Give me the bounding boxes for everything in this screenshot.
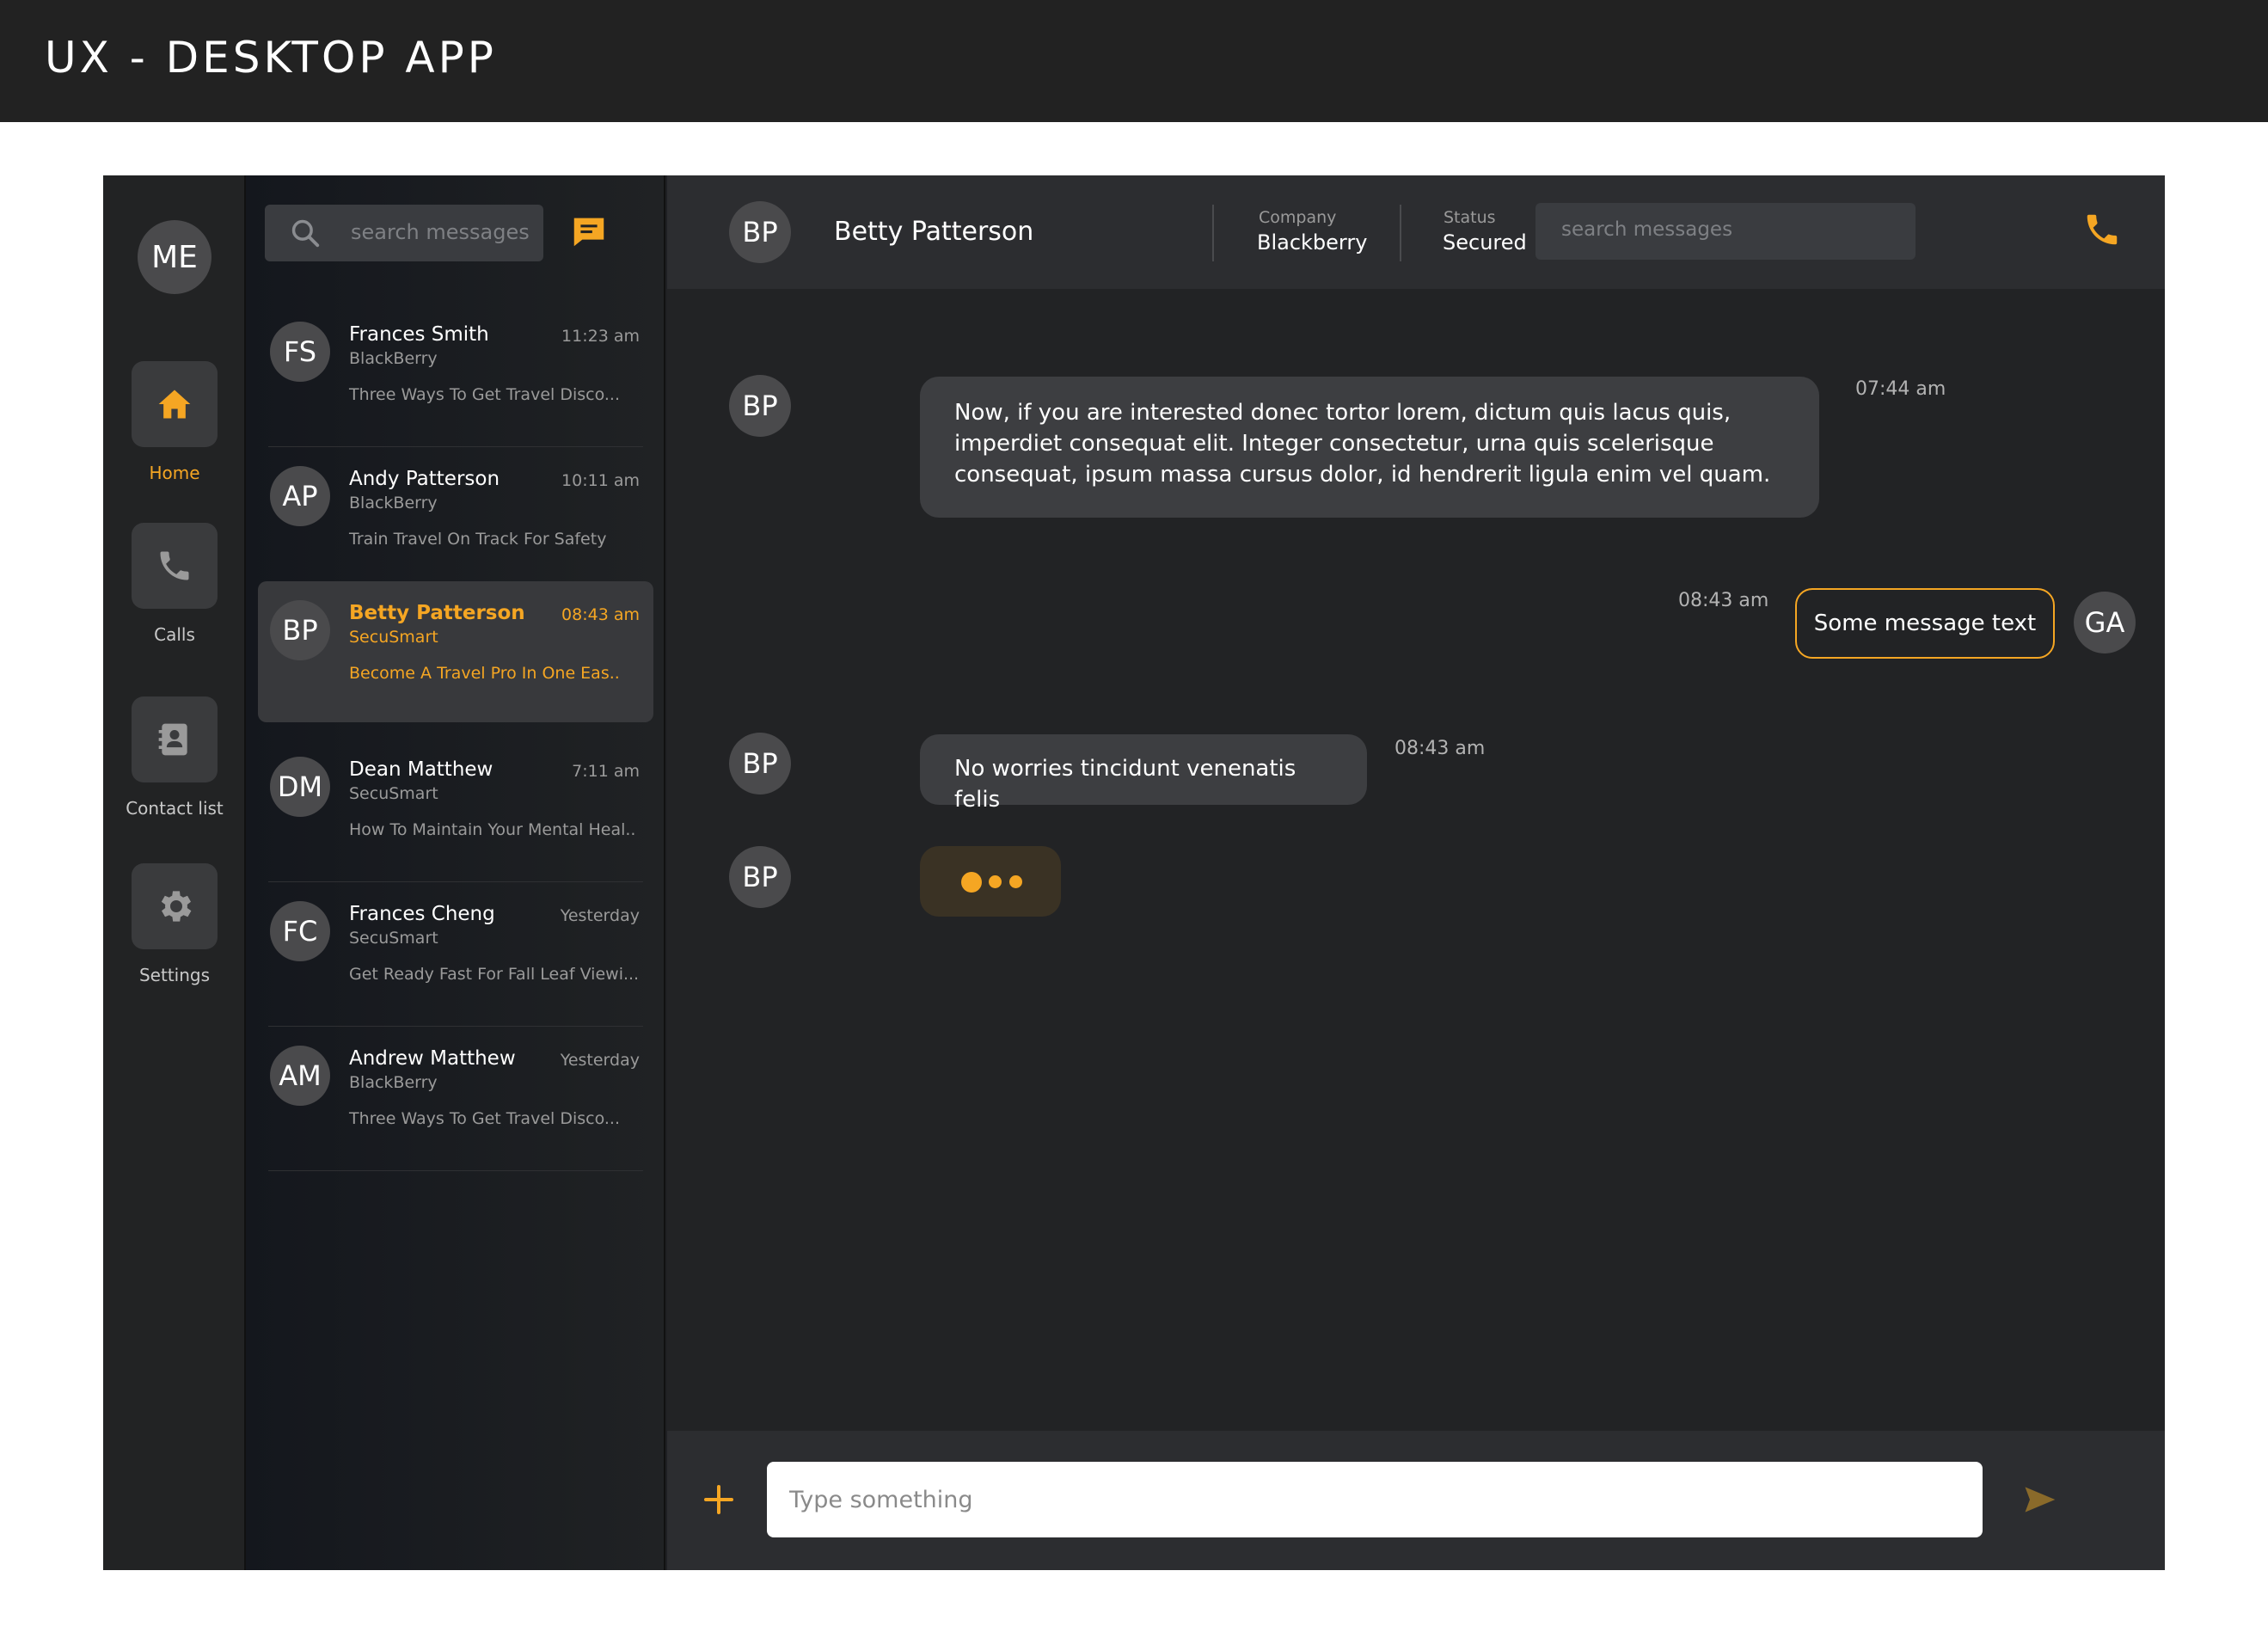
conversation-time: Yesterday [560, 1051, 640, 1070]
company-value: Blackberry [1257, 230, 1368, 255]
company-label: Company [1259, 208, 1337, 227]
message-avatar: BP [729, 846, 791, 908]
plus-icon [704, 1485, 733, 1514]
chat-search-input[interactable]: search messages [1535, 203, 1916, 260]
conversation-time: Yesterday [560, 906, 640, 925]
message-avatar: BP [729, 375, 791, 437]
attach-button[interactable] [702, 1482, 736, 1520]
contact-name: Betty Patterson [834, 217, 1034, 247]
calls-button[interactable] [132, 523, 218, 609]
conversation-time: 7:11 am [572, 762, 640, 781]
typing-dot [961, 872, 982, 893]
conversation-avatar: AP [270, 466, 330, 526]
divider [268, 1170, 643, 1171]
conversation-item[interactable]: DM Dean Matthew SecuSmart How To Maintai… [258, 738, 653, 882]
message-input[interactable] [767, 1462, 1983, 1537]
conversation-avatar: DM [270, 757, 330, 817]
nav-label-home: Home [149, 463, 200, 483]
call-button[interactable] [2082, 210, 2122, 253]
nav-item-home[interactable]: Home [103, 361, 246, 483]
message-time: 08:43 am [1678, 590, 1769, 611]
nav-label-calls: Calls [154, 624, 195, 645]
chat-panel: BP Betty Patterson Company Blackberry St… [667, 175, 2165, 1570]
conversation-name: Andy Patterson [349, 468, 500, 490]
conversation-name: Frances Smith [349, 323, 489, 346]
conversation-preview: Three Ways To Get Travel Disco... [349, 1109, 620, 1128]
page-title: UX - DESKTOP APP [45, 33, 497, 83]
nav-label-settings: Settings [138, 965, 211, 985]
conversation-company: BlackBerry [349, 1073, 438, 1092]
message-composer [667, 1431, 2165, 1570]
nav-label-contact-list: Contact list [126, 798, 224, 819]
conversation-preview: Get Ready Fast For Fall Leaf Viewi... [349, 965, 640, 984]
home-icon [158, 390, 191, 419]
conversation-item[interactable]: AP Andy Patterson BlackBerry Train Trave… [258, 447, 653, 588]
conversation-name: Dean Matthew [349, 758, 493, 781]
gear-icon [161, 891, 192, 922]
typing-indicator [920, 846, 1061, 917]
conversation-company: BlackBerry [349, 349, 438, 368]
home-button[interactable] [132, 361, 218, 447]
nav-rail: ME Home Calls Contact list Settings [103, 175, 246, 1570]
conversation-list-panel: search messages FS Frances Smith BlackBe… [246, 175, 665, 1570]
conversation-item[interactable]: FC Frances Cheng SecuSmart Get Ready Fas… [258, 882, 653, 1027]
send-icon [2025, 1487, 2056, 1512]
typing-dot [989, 875, 1002, 888]
conversation-preview: Three Ways To Get Travel Disco... [349, 385, 620, 404]
chat-search-placeholder: search messages [1561, 218, 1733, 241]
conversation-avatar: FS [270, 322, 330, 382]
conversation-item[interactable]: AM Andrew Matthew BlackBerry Three Ways … [258, 1027, 653, 1171]
outgoing-message: Some message text [1795, 588, 2055, 659]
message-avatar: BP [729, 733, 791, 795]
search-icon [291, 219, 320, 248]
contact-avatar[interactable]: BP [729, 201, 791, 263]
conversation-avatar: FC [270, 901, 330, 961]
conversation-preview: Become A Travel Pro In One Eas.. [349, 664, 620, 683]
chat-header: BP Betty Patterson Company Blackberry St… [667, 175, 2165, 289]
status-value: Secured [1443, 230, 1527, 255]
my-avatar[interactable]: ME [138, 220, 211, 294]
new-message-button[interactable] [569, 212, 609, 255]
contact-book-icon [158, 723, 187, 756]
message-time: 08:43 am [1395, 738, 1486, 759]
incoming-message: No worries tincidunt venenatis felis [920, 734, 1367, 813]
nav-item-settings[interactable]: Settings [103, 863, 246, 985]
conversation-company: BlackBerry [349, 494, 438, 512]
nav-item-calls[interactable]: Calls [103, 523, 246, 645]
nav-item-contact-list[interactable]: Contact list [103, 696, 246, 819]
message-avatar: GA [2074, 592, 2136, 653]
conversation-time: 10:11 am [561, 471, 640, 490]
settings-button[interactable] [132, 863, 218, 949]
conversation-item-active[interactable]: BP Betty Patterson SecuSmart Become A Tr… [258, 581, 653, 722]
phone-icon [160, 551, 189, 580]
message-time: 07:44 am [1855, 378, 1946, 400]
list-search-placeholder: search messages [351, 220, 530, 244]
conversation-avatar: BP [270, 600, 330, 660]
chat-bubble-icon [573, 218, 604, 247]
incoming-message: Now, if you are interested donec tortor … [920, 377, 1819, 518]
conversation-time: 08:43 am [561, 605, 640, 624]
phone-icon [2087, 214, 2118, 245]
conversation-avatar: AM [270, 1046, 330, 1106]
conversation-company: SecuSmart [349, 929, 438, 948]
conversation-preview: How To Maintain Your Mental Heal.. [349, 820, 636, 839]
conversation-preview: Train Travel On Track For Safety [349, 530, 607, 549]
list-search-input[interactable]: search messages [265, 205, 543, 261]
header-divider [1400, 205, 1401, 261]
conversation-name: Betty Patterson [349, 602, 525, 624]
conversation-company: SecuSmart [349, 628, 438, 647]
header-divider [1212, 205, 1214, 261]
contact-list-button[interactable] [132, 696, 218, 782]
conversation-company: SecuSmart [349, 784, 438, 803]
conversation-name: Andrew Matthew [349, 1047, 516, 1070]
page-header: UX - DESKTOP APP [0, 0, 2268, 122]
conversation-item[interactable]: FS Frances Smith BlackBerry Three Ways T… [258, 303, 653, 447]
send-button[interactable] [2020, 1481, 2058, 1522]
status-label: Status [1444, 208, 1496, 227]
conversation-name: Frances Cheng [349, 903, 495, 925]
conversation-time: 11:23 am [561, 327, 640, 346]
desktop-app: ME Home Calls Contact list Settings sear… [103, 175, 2165, 1570]
typing-dot [1009, 875, 1022, 888]
